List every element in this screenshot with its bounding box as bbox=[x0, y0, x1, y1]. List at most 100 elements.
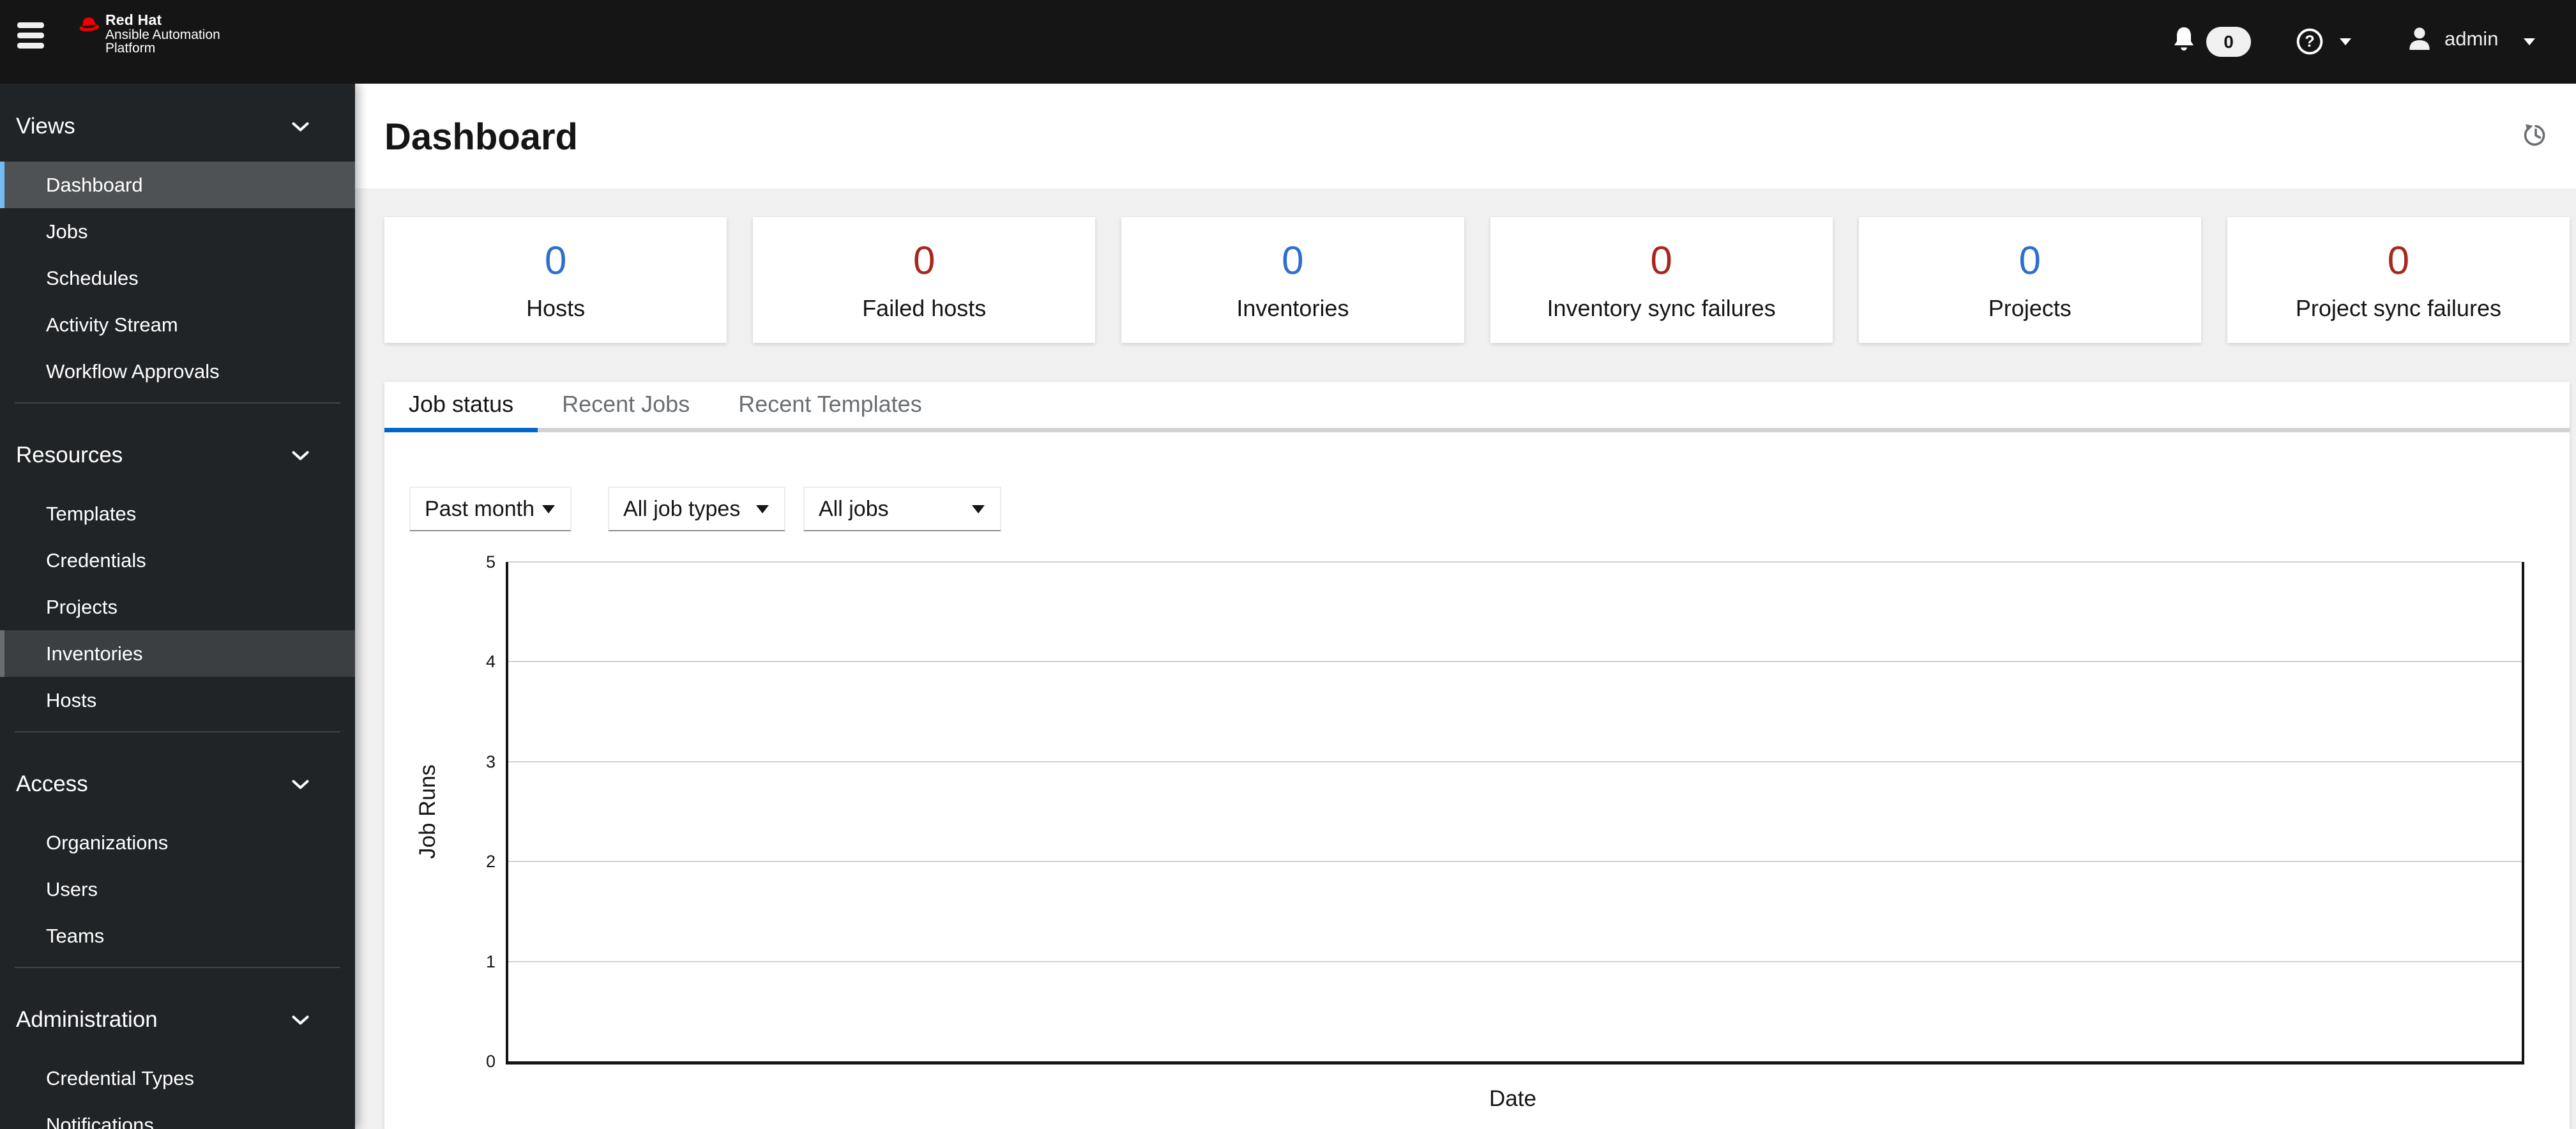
stat-value: 0 bbox=[2019, 238, 2041, 283]
stat-label: Project sync failures bbox=[2295, 294, 2501, 321]
stat-value: 0 bbox=[2387, 238, 2410, 283]
notifications-count-badge: 0 bbox=[2206, 27, 2251, 57]
sidebar-item-activity-stream[interactable]: Activity Stream bbox=[0, 301, 355, 348]
chart-y-tick-label: 5 bbox=[485, 552, 496, 572]
red-hat-icon bbox=[79, 17, 100, 31]
dropdown-caret-icon bbox=[972, 504, 985, 513]
summary-cards: 0 Hosts 0 Failed hosts 0 Inventories 0 Inventor… bbox=[384, 217, 2570, 343]
filter-select-all-jobs[interactable]: All jobs bbox=[803, 487, 1001, 531]
nav-section-administration: Administration Credential Types Notificati… bbox=[0, 968, 355, 1129]
sidebar-nav: Views Dashboard Jobs Schedules Activity Stre… bbox=[0, 84, 355, 1129]
filter-select-all-job-types[interactable]: All job types bbox=[608, 487, 785, 531]
nav-section-resources: Resources Templates Credentials Projects Inv… bbox=[0, 404, 355, 731]
tab-recent-templates[interactable]: Recent Templates bbox=[714, 382, 946, 432]
sidebar-item-schedules[interactable]: Schedules bbox=[0, 255, 355, 301]
question-circle-icon: ? bbox=[2296, 28, 2323, 55]
brand-product-line2: Platform bbox=[105, 41, 156, 56]
history-button[interactable] bbox=[2522, 122, 2548, 149]
stat-label: Inventory sync failures bbox=[1547, 294, 1776, 321]
sidebar-item-credentials[interactable]: Credentials bbox=[0, 537, 355, 584]
stat-label: Failed hosts bbox=[862, 294, 987, 321]
help-caret-icon[interactable] bbox=[2340, 38, 2351, 45]
dropdown-caret-icon bbox=[756, 504, 769, 513]
sidebar-item-organizations[interactable]: Organizations bbox=[0, 819, 355, 866]
sidebar-item-projects[interactable]: Projects bbox=[0, 584, 355, 630]
nav-group-administration[interactable]: Administration bbox=[0, 1000, 355, 1040]
brand-logo: Red Hat Ansible Automation Platform bbox=[77, 11, 220, 55]
nav-group-resources[interactable]: Resources bbox=[0, 436, 355, 475]
stat-card-project-sync-failures[interactable]: 0 Project sync failures bbox=[2227, 217, 2570, 343]
sidebar-item-notifications[interactable]: Notifications bbox=[0, 1102, 355, 1129]
chevron-down-icon bbox=[292, 451, 309, 464]
filter-selected-value: Past month bbox=[425, 496, 534, 521]
chart-gridline bbox=[508, 561, 2522, 563]
filter-select-past-month[interactable]: Past month bbox=[409, 487, 572, 531]
chart-y-tick-label: 1 bbox=[485, 951, 496, 971]
stat-card-failed-hosts[interactable]: 0 Failed hosts bbox=[753, 217, 1096, 343]
chart-y-tick-label: 4 bbox=[485, 652, 496, 672]
stat-label: Inventories bbox=[1236, 294, 1349, 321]
user-name: admin bbox=[2444, 27, 2499, 50]
stat-value: 0 bbox=[544, 238, 567, 283]
brand-name: Red Hat bbox=[105, 11, 162, 28]
stat-label: Projects bbox=[1988, 294, 2072, 321]
stat-card-hosts[interactable]: 0 Hosts bbox=[384, 217, 727, 343]
sidebar-item-hosts[interactable]: Hosts bbox=[0, 677, 355, 724]
chart-plot-area bbox=[506, 561, 2524, 1065]
sidebar-item-dashboard[interactable]: Dashboard bbox=[0, 162, 355, 208]
tab-job-status[interactable]: Job status bbox=[384, 382, 538, 432]
stat-value: 0 bbox=[1282, 238, 1304, 283]
chart-gridline bbox=[508, 960, 2522, 962]
nav-toggle-button[interactable] bbox=[17, 22, 44, 53]
sidebar-item-users[interactable]: Users bbox=[0, 866, 355, 913]
chevron-down-icon bbox=[292, 780, 309, 793]
chevron-down-icon bbox=[292, 1015, 309, 1029]
user-caret-icon[interactable] bbox=[2524, 38, 2535, 45]
stat-card-inventory-sync-failures[interactable]: 0 Inventory sync failures bbox=[1490, 217, 1833, 343]
chart-gridline bbox=[508, 761, 2522, 762]
chart-y-tick-label: 2 bbox=[485, 852, 496, 872]
filter-selected-value: All job types bbox=[623, 496, 741, 521]
chart-y-tick-label: 0 bbox=[485, 1052, 496, 1071]
nav-group-label: Administration bbox=[16, 1007, 158, 1032]
sidebar-item-jobs[interactable]: Jobs bbox=[0, 208, 355, 255]
help-menu-button[interactable]: ? bbox=[2295, 27, 2324, 56]
nav-group-access[interactable]: Access bbox=[0, 764, 355, 804]
jobs-panel: Job status Recent Jobs Recent Templates Pa… bbox=[384, 382, 2570, 1129]
nav-group-label: Views bbox=[16, 114, 75, 139]
hamburger-icon bbox=[17, 22, 44, 28]
bell-icon bbox=[2174, 27, 2194, 51]
sidebar-item-credential-types[interactable]: Credential Types bbox=[0, 1055, 355, 1102]
sidebar-item-workflow-approvals[interactable]: Workflow Approvals bbox=[0, 348, 355, 395]
sidebar-item-teams[interactable]: Teams bbox=[0, 913, 355, 959]
tab-bar: Job status Recent Jobs Recent Templates bbox=[384, 382, 2570, 432]
notifications-button[interactable] bbox=[2170, 23, 2198, 58]
chart-x-axis-title: Date bbox=[1489, 1086, 1536, 1111]
user-menu-button[interactable]: admin bbox=[2406, 24, 2498, 54]
filter-bar: Past month All job types All jobs bbox=[409, 487, 2570, 531]
dropdown-caret-icon bbox=[542, 504, 555, 513]
stat-label: Hosts bbox=[526, 294, 586, 321]
stat-value: 0 bbox=[1650, 238, 1672, 283]
chart-y-tick-label: 3 bbox=[485, 752, 496, 771]
stat-card-inventories[interactable]: 0 Inventories bbox=[1121, 217, 1464, 343]
stat-value: 0 bbox=[913, 238, 936, 283]
chart-gridline bbox=[508, 661, 2522, 663]
filter-selected-value: All jobs bbox=[819, 496, 889, 521]
sidebar-item-inventories[interactable]: Inventories bbox=[0, 630, 355, 677]
user-icon bbox=[2409, 27, 2430, 50]
svg-text:?: ? bbox=[2305, 33, 2314, 50]
history-icon bbox=[2524, 124, 2545, 146]
stat-card-projects[interactable]: 0 Projects bbox=[1858, 217, 2201, 343]
chart-y-axis-title: Job Runs bbox=[415, 764, 440, 859]
nav-section-access: Access Organizations Users Teams bbox=[0, 732, 355, 967]
chevron-down-icon bbox=[292, 122, 309, 135]
nav-group-views[interactable]: Views bbox=[0, 107, 355, 146]
page-header: Dashboard bbox=[355, 84, 2576, 188]
sidebar-item-templates[interactable]: Templates bbox=[0, 490, 355, 537]
brand-product-line1: Ansible Automation bbox=[105, 27, 220, 42]
nav-section-views: Views Dashboard Jobs Schedules Activity Stre… bbox=[0, 84, 355, 402]
nav-group-label: Access bbox=[16, 771, 88, 796]
page-title: Dashboard bbox=[384, 116, 578, 158]
tab-recent-jobs[interactable]: Recent Jobs bbox=[538, 382, 714, 432]
